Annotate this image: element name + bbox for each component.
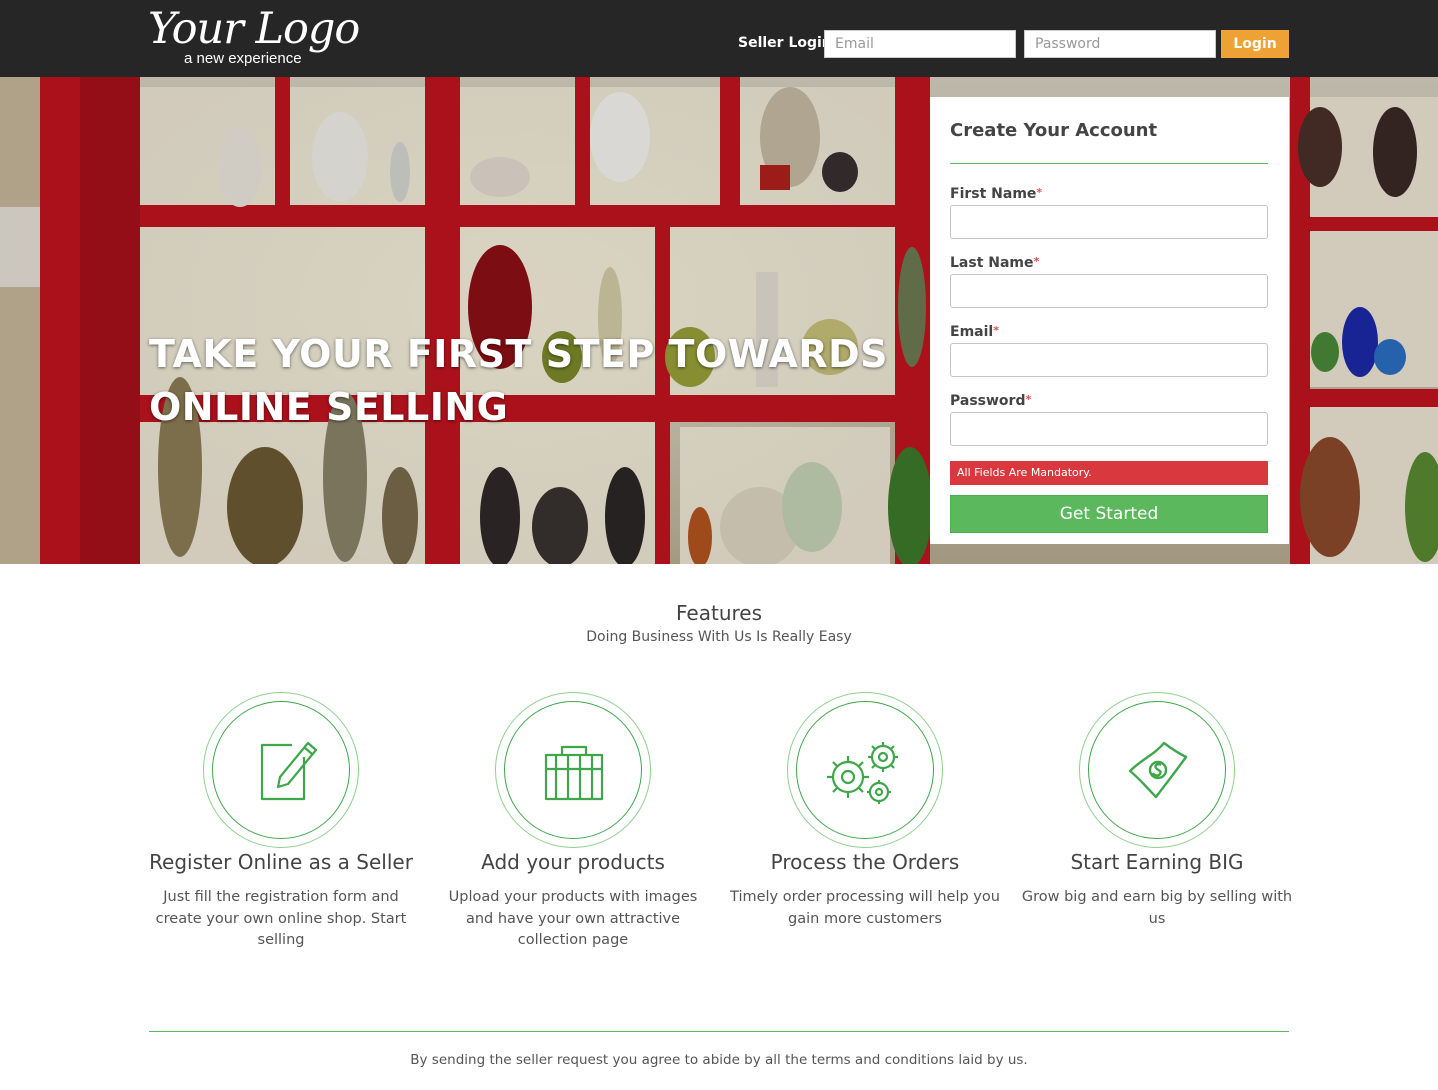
briefcase-icon [544, 745, 604, 801]
gears-icon [827, 742, 898, 804]
feature-icon-ring [203, 692, 359, 848]
get-started-button[interactable]: Get Started [950, 495, 1268, 533]
login-password-input[interactable] [1024, 30, 1216, 58]
feature-icon-ring [1079, 692, 1235, 848]
hero-title: TAKE YOUR FIRST STEP TOWARDS ONLINE SELL… [149, 328, 888, 434]
email-input[interactable] [950, 343, 1268, 377]
feature-text: Just fill the registration form and crea… [155, 889, 407, 948]
feature-title: Add your products [481, 850, 665, 874]
feature-text: Upload your products with images and hav… [448, 889, 698, 948]
top-navbar: Your Logo a new experience Seller Login … [0, 0, 1438, 77]
features-title: Features [676, 601, 762, 625]
footer-divider [149, 1031, 1289, 1032]
edit-icon [260, 741, 318, 801]
logo[interactable]: Your Logo a new experience [148, 4, 368, 70]
mandatory-fields-alert: All Fields Are Mandatory. [950, 461, 1268, 485]
required-asterisk: * [1036, 186, 1043, 199]
feature-text: Timely order processing will help you ga… [730, 889, 1000, 927]
email-label: Email* [950, 324, 999, 340]
feature-title: Process the Orders [770, 850, 960, 874]
first-name-input[interactable] [950, 205, 1268, 239]
form-title: Create Your Account [950, 120, 1158, 141]
feature-text: Grow big and earn big by selling with us [1021, 889, 1293, 927]
last-name-label: Last Name* [950, 255, 1040, 271]
login-button[interactable]: Login [1221, 30, 1289, 58]
hero-title-line-2: ONLINE SELLING [149, 385, 509, 429]
login-email-input[interactable] [824, 30, 1016, 58]
password-label: Password* [950, 393, 1032, 409]
feature-title: Register Online as a Seller [149, 850, 413, 874]
password-input[interactable] [950, 412, 1268, 446]
seller-login-label: Seller Login [738, 35, 832, 51]
logo-tagline: a new experience [184, 50, 302, 67]
hero-title-line-1: TAKE YOUR FIRST STEP TOWARDS [149, 332, 889, 376]
required-asterisk: * [1025, 393, 1032, 406]
last-name-input[interactable] [950, 274, 1268, 308]
required-asterisk: * [1033, 255, 1040, 268]
logo-text: Your Logo [148, 4, 360, 54]
form-title-divider [950, 163, 1268, 164]
features-subtitle: Doing Business With Us Is Really Easy [586, 629, 852, 645]
terms-notice: By sending the seller request you agree … [410, 1052, 1028, 1068]
first-name-label: First Name* [950, 186, 1043, 202]
money-icon [1128, 741, 1188, 799]
feature-icon-ring [787, 692, 943, 848]
feature-icon-ring [495, 692, 651, 848]
feature-title: Start Earning BIG [1070, 850, 1244, 874]
required-asterisk: * [993, 324, 999, 337]
create-account-form: Create Your Account First Name* Last Nam… [930, 97, 1289, 544]
